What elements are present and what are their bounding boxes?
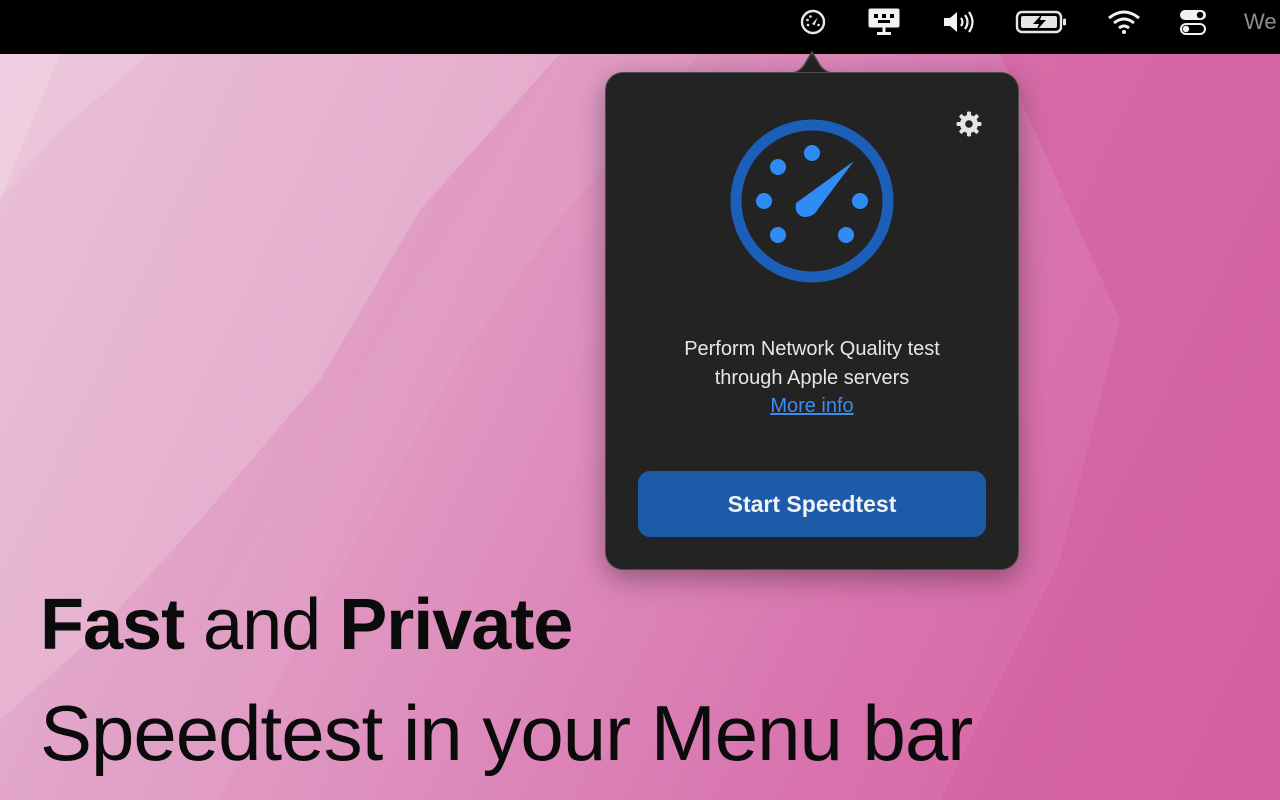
battery-charging-icon[interactable] — [1014, 0, 1070, 44]
speedometer-icon — [730, 119, 894, 283]
more-info-link[interactable]: More info — [606, 395, 1018, 418]
menubar-clock[interactable]: We — [1244, 9, 1277, 35]
description-text: Perform Network Quality test through App… — [626, 335, 998, 393]
headline-line-2: Speedtest in your Menu bar — [40, 689, 973, 777]
volume-icon[interactable] — [940, 0, 980, 44]
start-speedtest-button[interactable]: Start Speedtest — [638, 471, 986, 537]
speedtest-popover: Perform Network Quality test through App… — [605, 72, 1019, 570]
description-line-1: Perform Network Quality test — [684, 338, 940, 360]
control-center-icon[interactable] — [1176, 0, 1210, 44]
wifi-icon[interactable] — [1106, 0, 1142, 44]
headline-fast: Fast — [40, 585, 185, 665]
headline-and: and — [184, 585, 340, 665]
settings-button[interactable] — [954, 109, 984, 139]
speedtest-menubar-icon[interactable] — [796, 0, 830, 44]
description-line-2: through Apple servers — [714, 367, 910, 389]
headline-line-1: Fast and Private — [40, 584, 573, 666]
gear-icon — [956, 111, 982, 137]
headline-private: Private — [339, 585, 573, 665]
display-monitor-icon[interactable] — [864, 0, 904, 44]
menu-bar: We — [0, 0, 1280, 54]
